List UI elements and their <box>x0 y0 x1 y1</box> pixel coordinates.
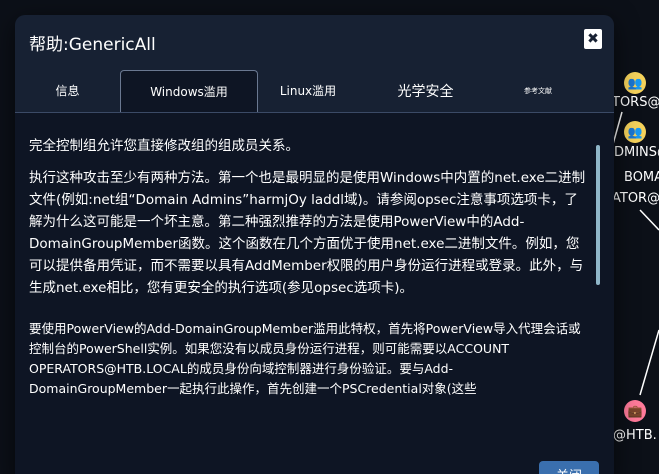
node-label-dmins[interactable]: DMINS@ <box>614 145 659 160</box>
graph-edge <box>639 209 659 231</box>
app-stage: 👥 TORS@ 👥 DMINS@ BOMA ATOR@ 💼 @HTB. 帮助:G… <box>0 0 659 474</box>
content-scrollbar[interactable] <box>596 145 600 285</box>
tab-windows-abuse[interactable]: Windows滥用 <box>120 70 258 112</box>
paragraph-intro: 完全控制组允许您直接修改组的组成员关系。 <box>29 138 299 154</box>
paragraph-powerview: 要使用PowerView的Add-DomainGroupMember滥用此特权，… <box>29 321 581 396</box>
content-body: 完全控制组允许您直接修改组的组成员关系。 执行这种攻击至少有两种方法。第一个也是… <box>29 135 589 399</box>
close-icon[interactable]: ✖ <box>584 29 602 49</box>
tab-linux-abuse[interactable]: Linux滥用 <box>258 69 358 112</box>
paragraph-methods: 执行这种攻击至少有两种方法。第一个也是最明显的是使用Windows中内置的net… <box>29 170 586 296</box>
users-icon[interactable]: 👥 <box>624 121 646 143</box>
tab-info[interactable]: 信息 <box>15 69 120 112</box>
tab-opsec[interactable]: 光学安全 <box>358 69 493 112</box>
modal-title: 帮助:GenericAll <box>29 34 156 55</box>
tab-bar: 信息 Windows滥用 Linux滥用 光学安全 参考文献 <box>15 69 614 113</box>
briefcase-icon[interactable]: 💼 <box>624 400 646 422</box>
close-button[interactable]: 关闭 <box>539 461 599 474</box>
tab-content: 完全控制组允许您直接修改组的组成员关系。 执行这种攻击至少有两种方法。第一个也是… <box>15 113 614 474</box>
tab-references[interactable]: 参考文献 <box>493 69 583 112</box>
modal-header: 帮助:GenericAll ✖ <box>15 15 614 69</box>
users-icon[interactable]: 👥 <box>624 72 646 94</box>
node-label-htb[interactable]: @HTB. <box>613 428 657 443</box>
node-label-boma[interactable]: BOMA <box>624 170 659 185</box>
node-label-ator[interactable]: ATOR@ <box>612 191 659 206</box>
node-label-tors[interactable]: TORS@ <box>612 95 659 110</box>
graph-edge <box>639 329 659 396</box>
help-modal: 帮助:GenericAll ✖ 信息 Windows滥用 Linux滥用 光学安… <box>15 15 614 474</box>
